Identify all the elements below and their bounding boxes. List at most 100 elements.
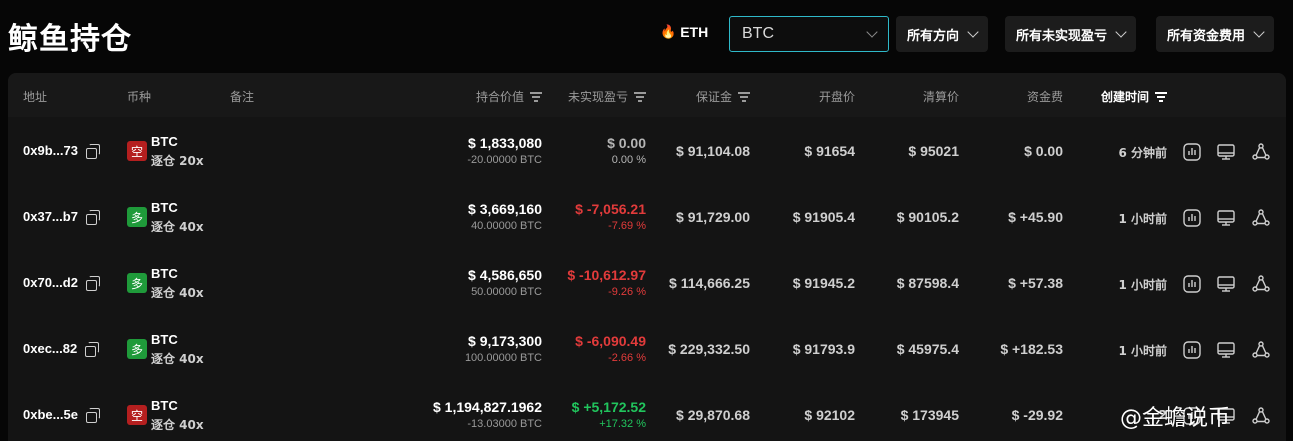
copy-icon[interactable] xyxy=(85,276,100,291)
coin-symbol: BTC xyxy=(151,398,178,413)
copy-icon[interactable] xyxy=(85,144,100,159)
coin-symbol: BTC xyxy=(151,332,178,347)
position-size: -13.03000 BTC xyxy=(467,418,542,430)
header-margin[interactable]: 保证金 xyxy=(696,88,750,105)
fire-icon: 🔥 xyxy=(660,24,677,39)
share-icon[interactable] xyxy=(1251,406,1271,426)
bar-chart-icon[interactable] xyxy=(1182,208,1202,228)
entry-price: $ 91654 xyxy=(804,143,855,159)
direction-dropdown[interactable]: 所有方向 xyxy=(896,16,989,52)
monitor-icon[interactable] xyxy=(1216,208,1236,228)
margin-value: $ 29,870.68 xyxy=(676,407,750,423)
share-icon[interactable] xyxy=(1251,208,1271,228)
upnl-percent: -9.26 % xyxy=(608,286,646,298)
table-row[interactable]: 0xec...82 多 BTC 逐仓 40x $ 9,173,300 100.0… xyxy=(8,316,1286,382)
chevron-down-icon xyxy=(866,26,878,38)
position-size: -20.00000 BTC xyxy=(467,154,542,166)
address-text: 0x37...b7 xyxy=(23,209,78,224)
position-value: $ 1,833,080 -20.00000 BTC xyxy=(467,135,542,166)
bar-chart-icon[interactable] xyxy=(1182,274,1202,294)
header-coin: 币种 xyxy=(127,90,152,104)
created-time: 1 小时前 xyxy=(1118,344,1167,358)
upnl-percent: 0.00 % xyxy=(611,154,646,166)
unrealized-pnl: $ -10,612.97 -9.26 % xyxy=(567,267,646,298)
table-row[interactable]: 0x9b...73 空 BTC 逐仓 20x $ 1,833,080 -20.0… xyxy=(8,118,1286,184)
eth-filter-button[interactable]: 🔥 ETH xyxy=(660,24,708,40)
watermark-text: @金蟾说币 xyxy=(1120,406,1231,431)
address-text: 0xec...82 xyxy=(23,341,78,356)
page-title: 鲸鱼持仓 xyxy=(8,22,132,57)
position-value: $ 1,194,827.1962 -13.03000 BTC xyxy=(433,399,542,430)
share-icon[interactable] xyxy=(1251,274,1271,294)
sort-icon xyxy=(1155,92,1168,102)
table-row[interactable]: 0x70...d2 多 BTC 逐仓 40x $ 4,586,650 50.00… xyxy=(8,250,1286,316)
funding-fee: $ +57.38 xyxy=(1008,275,1063,291)
address-link[interactable]: 0xbe...5e xyxy=(23,407,100,423)
copy-icon[interactable] xyxy=(85,342,100,357)
header-upnl-label: 未实现盈亏 xyxy=(567,90,628,104)
leverage-mode: 逐仓 40x xyxy=(151,220,204,234)
sort-icon xyxy=(738,92,750,102)
coin-symbol: BTC xyxy=(151,134,178,149)
table-header: 地址 币种 备注 持合价值 未实现盈亏 保证金 开盘价 清算价 资金费 创建时间 xyxy=(8,73,1286,117)
unrealized-pnl: $ -6,090.49 -2.66 % xyxy=(575,333,646,364)
bar-chart-icon[interactable] xyxy=(1182,142,1202,162)
position-value-usd: $ 3,669,160 xyxy=(468,201,542,217)
entry-price: $ 92102 xyxy=(804,407,855,423)
address-link[interactable]: 0x9b...73 xyxy=(23,143,100,159)
upnl-value: $ -7,056.21 xyxy=(575,201,646,217)
header-created-label: 创建时间 xyxy=(1101,90,1150,104)
leverage-mode: 逐仓 40x xyxy=(151,418,204,432)
position-value-usd: $ 4,586,650 xyxy=(468,267,542,283)
direction-dropdown-label: 所有方向 xyxy=(907,28,960,44)
header-value-label: 持合价值 xyxy=(475,90,524,104)
coin-symbol: BTC xyxy=(151,266,178,281)
funding-fee: $ +45.90 xyxy=(1008,209,1063,225)
pnl-dropdown[interactable]: 所有未实现盈亏 xyxy=(1005,16,1137,52)
position-value-usd: $ 9,173,300 xyxy=(468,333,542,349)
position-value: $ 9,173,300 100.00000 BTC xyxy=(465,333,542,364)
header-liq: 清算价 xyxy=(922,90,959,104)
share-icon[interactable] xyxy=(1251,340,1271,360)
bar-chart-icon[interactable] xyxy=(1182,340,1202,360)
upnl-value: $ -6,090.49 xyxy=(575,333,646,349)
upnl-percent: -7.69 % xyxy=(608,220,646,232)
table-row[interactable]: 0xbe...5e 空 BTC 逐仓 40x $ 1,194,827.1962 … xyxy=(8,382,1286,441)
upnl-value: $ 0.00 xyxy=(607,135,646,151)
funding-fee: $ -29.92 xyxy=(1011,407,1063,423)
upnl-value: $ -10,612.97 xyxy=(567,267,646,283)
chevron-down-icon xyxy=(1115,26,1127,38)
header-margin-label: 保证金 xyxy=(695,90,732,104)
header-address: 地址 xyxy=(23,90,48,104)
share-icon[interactable] xyxy=(1251,142,1271,162)
monitor-icon[interactable] xyxy=(1216,274,1236,294)
copy-icon[interactable] xyxy=(85,210,100,225)
created-time: 1 小时前 xyxy=(1118,278,1167,292)
address-link[interactable]: 0x37...b7 xyxy=(23,209,100,225)
monitor-icon[interactable] xyxy=(1216,340,1236,360)
coin-search-field[interactable] xyxy=(729,16,889,52)
address-link[interactable]: 0xec...82 xyxy=(23,341,100,357)
leverage-mode: 逐仓 40x xyxy=(151,286,204,300)
liquidation-price: $ 45975.4 xyxy=(896,341,959,357)
margin-value: $ 91,104.08 xyxy=(676,143,750,159)
copy-icon[interactable] xyxy=(85,408,100,423)
side-badge: 多 xyxy=(127,339,147,359)
funding-dropdown[interactable]: 所有资金费用 xyxy=(1156,16,1275,52)
leverage-mode: 逐仓 40x xyxy=(151,352,204,366)
coin-search-input[interactable] xyxy=(742,25,842,43)
table-row[interactable]: 0x37...b7 多 BTC 逐仓 40x $ 3,669,160 40.00… xyxy=(8,184,1286,250)
header-created[interactable]: 创建时间 xyxy=(1101,88,1168,105)
liquidation-price: $ 173945 xyxy=(900,407,959,423)
margin-value: $ 91,729.00 xyxy=(676,209,750,225)
margin-value: $ 114,666.25 xyxy=(669,275,750,291)
position-value: $ 4,586,650 50.00000 BTC xyxy=(468,267,542,298)
position-size: 40.00000 BTC xyxy=(471,220,542,232)
side-badge: 多 xyxy=(127,273,147,293)
monitor-icon[interactable] xyxy=(1216,142,1236,162)
header-upnl[interactable]: 未实现盈亏 xyxy=(568,88,646,105)
header-value[interactable]: 持合价值 xyxy=(476,88,542,105)
address-link[interactable]: 0x70...d2 xyxy=(23,275,100,291)
address-text: 0xbe...5e xyxy=(23,407,78,422)
eth-label: ETH xyxy=(680,24,709,40)
